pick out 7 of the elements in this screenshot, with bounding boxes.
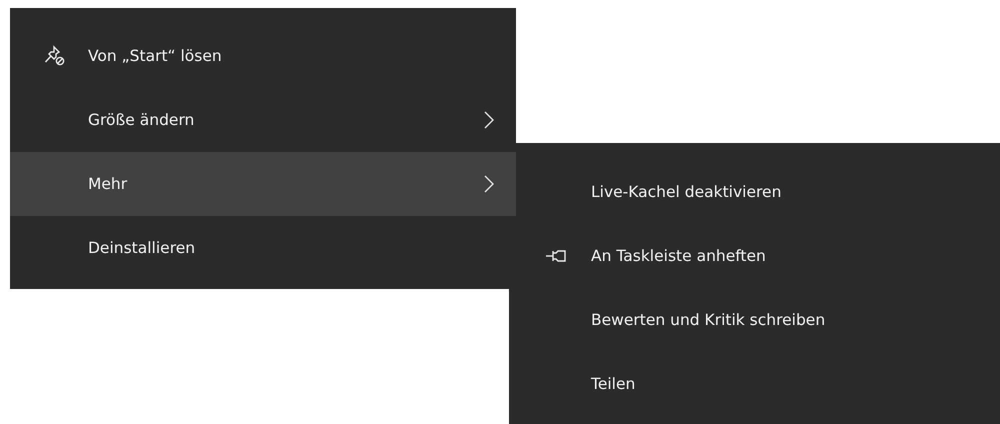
unpin-icon — [44, 45, 66, 67]
menu-item[interactable]: Größe ändern — [10, 88, 516, 152]
menu-item[interactable]: Teilen — [509, 352, 1000, 416]
menu-item[interactable]: Mehr — [10, 152, 516, 216]
pin-icon — [545, 249, 567, 263]
menu-item[interactable]: Von „Start“ lösen — [10, 24, 516, 88]
menu-item[interactable]: Bewerten und Kritik schreiben — [509, 288, 1000, 352]
